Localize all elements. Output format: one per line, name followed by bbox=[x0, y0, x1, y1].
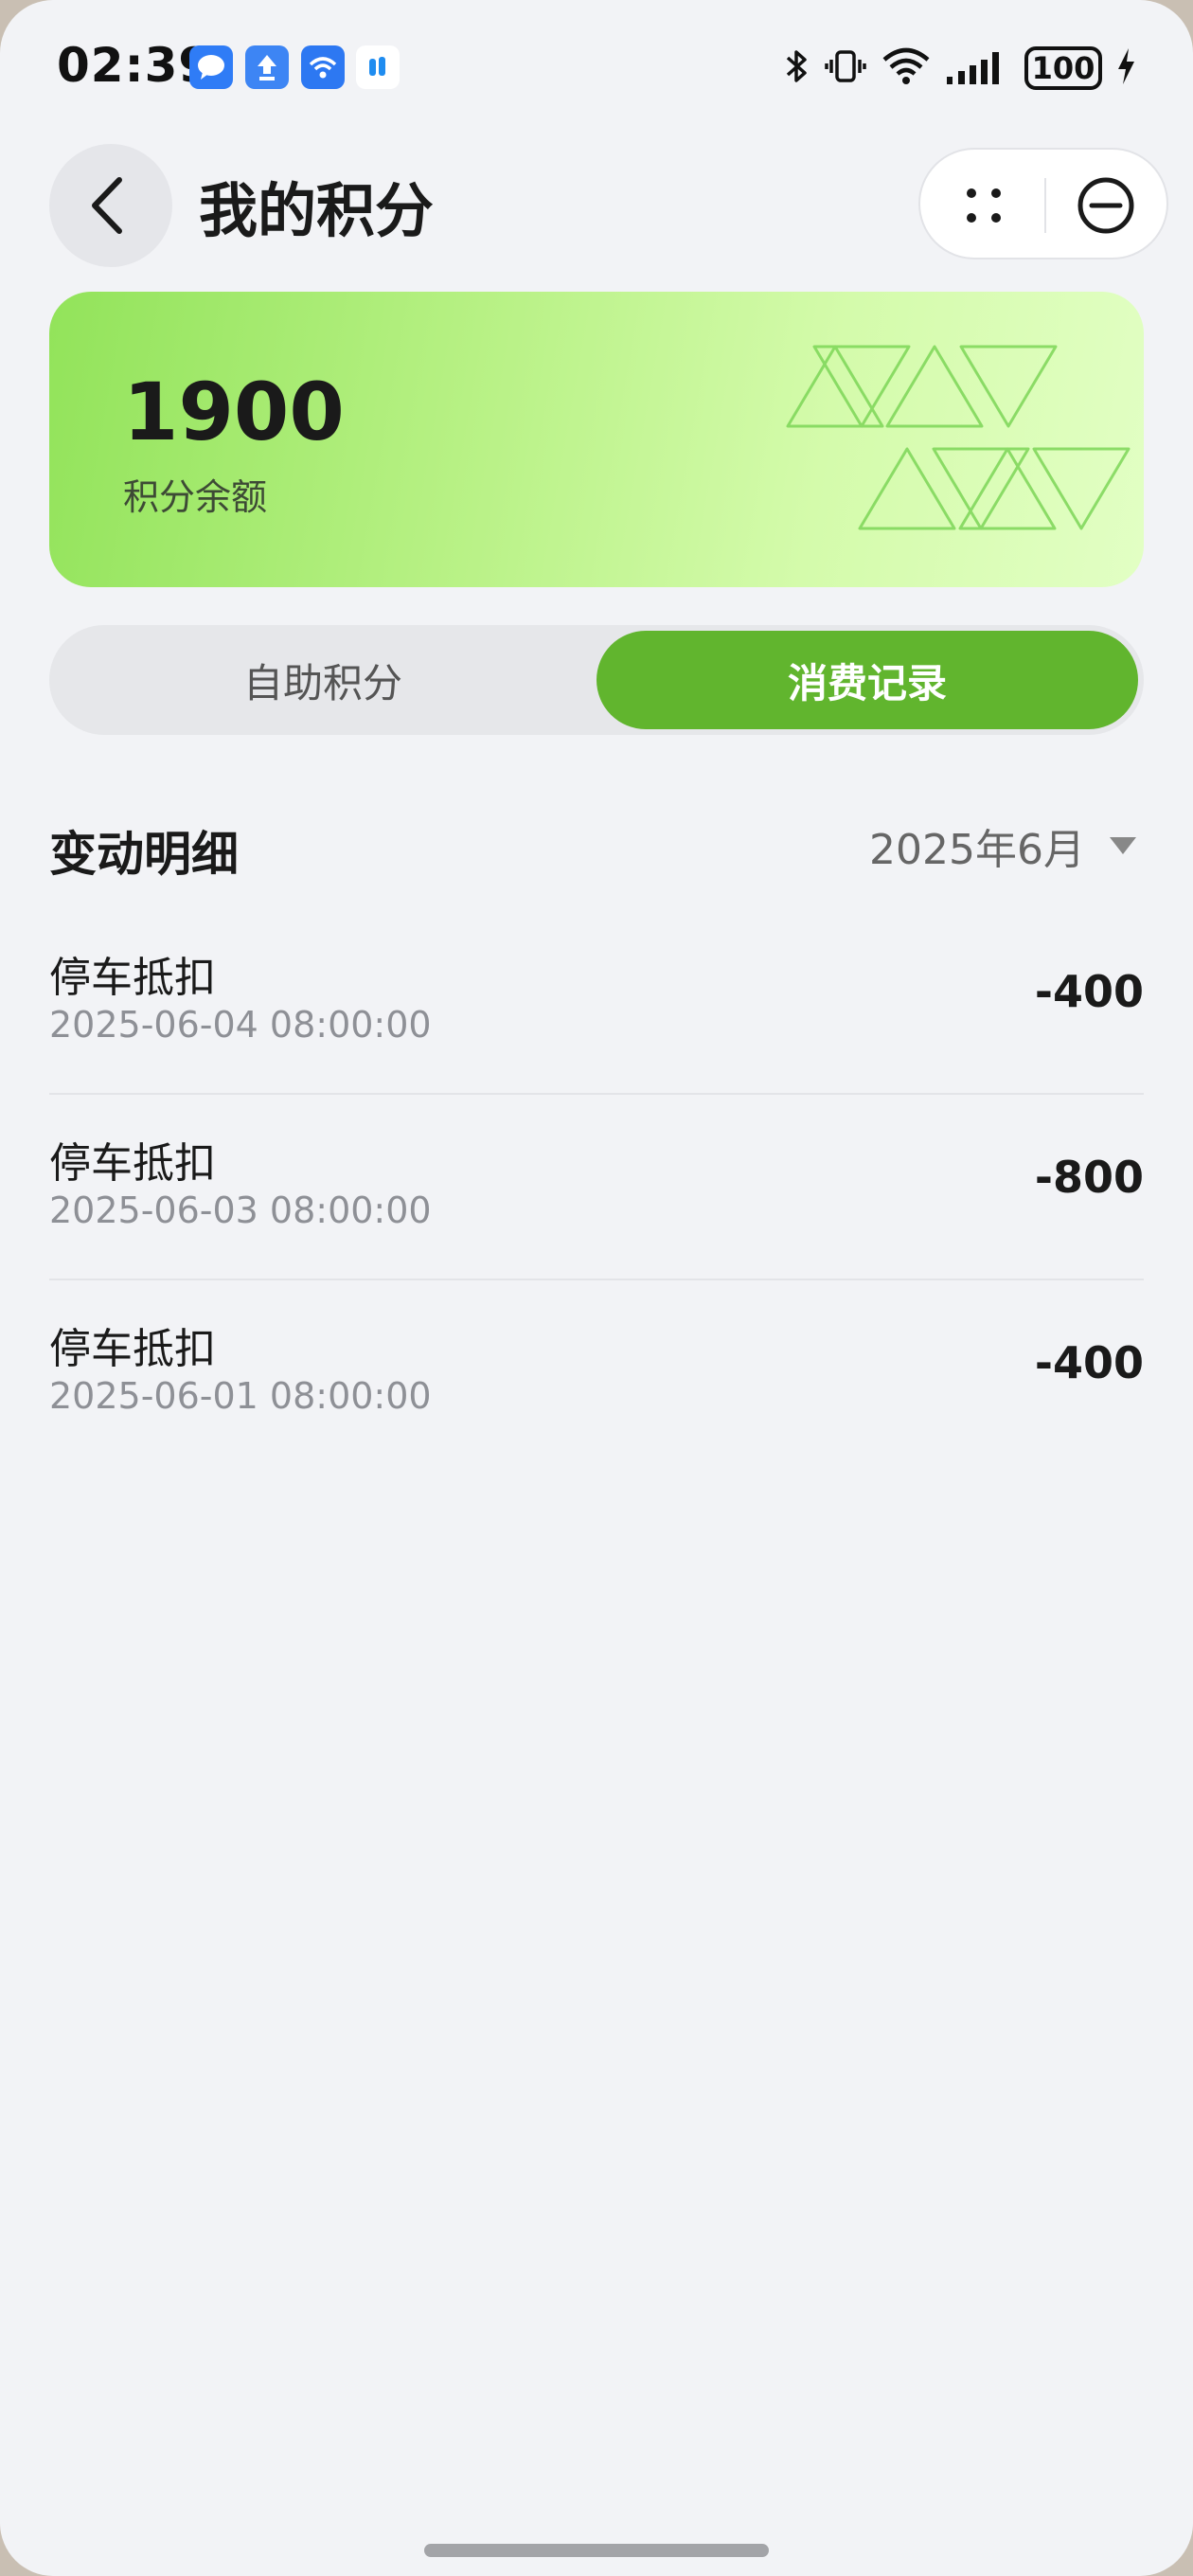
tab-switcher: 自助积分 消费记录 bbox=[49, 625, 1144, 735]
points-card: 1900 积分余额 bbox=[49, 292, 1144, 587]
home-indicator[interactable] bbox=[424, 2544, 769, 2557]
vibrate-icon bbox=[824, 45, 867, 92]
list-item[interactable]: 停车抵扣 2025-06-03 08:00:00 -800 bbox=[49, 1095, 1144, 1280]
section-title: 变动明细 bbox=[49, 827, 239, 882]
more-dots-icon bbox=[967, 188, 1001, 223]
dropdown-arrow-icon bbox=[1110, 837, 1136, 854]
signal-icon bbox=[945, 45, 1011, 92]
mini-program-capsule bbox=[918, 148, 1168, 259]
points-balance-label: 积分余额 bbox=[123, 476, 268, 518]
back-button[interactable] bbox=[49, 144, 172, 267]
records-list: 停车抵扣 2025-06-04 08:00:00 -400 停车抵扣 2025-… bbox=[49, 909, 1144, 1466]
record-amount: -800 bbox=[1034, 1152, 1144, 1203]
record-time: 2025-06-04 08:00:00 bbox=[49, 1004, 432, 1046]
bluetooth-icon bbox=[782, 45, 810, 92]
close-circle-icon bbox=[1077, 177, 1134, 234]
list-item[interactable]: 停车抵扣 2025-06-01 08:00:00 -400 bbox=[49, 1280, 1144, 1466]
record-time: 2025-06-01 08:00:00 bbox=[49, 1375, 432, 1417]
tab-self-points[interactable]: 自助积分 bbox=[55, 631, 591, 729]
wifi-icon bbox=[881, 45, 932, 92]
message-icon bbox=[189, 45, 233, 89]
app-icon bbox=[356, 45, 400, 89]
record-time: 2025-06-03 08:00:00 bbox=[49, 1190, 432, 1231]
upload-icon bbox=[245, 45, 289, 89]
record-title: 停车抵扣 bbox=[49, 954, 216, 1002]
month-picker-label: 2025年6月 bbox=[869, 826, 1085, 874]
status-bar: 02:39 100 bbox=[0, 0, 1193, 133]
record-amount: -400 bbox=[1034, 1337, 1144, 1388]
status-right-group: 100 bbox=[782, 44, 1136, 93]
close-button[interactable] bbox=[1046, 150, 1170, 261]
tab-consumption-records[interactable]: 消费记录 bbox=[596, 631, 1138, 729]
wifi-share-icon bbox=[301, 45, 345, 89]
list-item[interactable]: 停车抵扣 2025-06-04 08:00:00 -400 bbox=[49, 909, 1144, 1095]
charging-icon bbox=[1115, 45, 1136, 92]
record-title: 停车抵扣 bbox=[49, 1139, 216, 1188]
app-screen: 02:39 100 我的积分 1900 积分余额 自助积分 消费记录 变动明细 … bbox=[0, 0, 1193, 2576]
record-amount: -400 bbox=[1034, 966, 1144, 1017]
battery-indicator: 100 bbox=[1024, 46, 1102, 90]
record-title: 停车抵扣 bbox=[49, 1325, 216, 1373]
points-balance-value: 1900 bbox=[123, 366, 345, 458]
more-button[interactable] bbox=[920, 150, 1044, 261]
page-title: 我的积分 bbox=[199, 176, 435, 245]
chevron-left-icon bbox=[92, 177, 122, 234]
month-picker[interactable]: 2025年6月 bbox=[869, 816, 1136, 875]
